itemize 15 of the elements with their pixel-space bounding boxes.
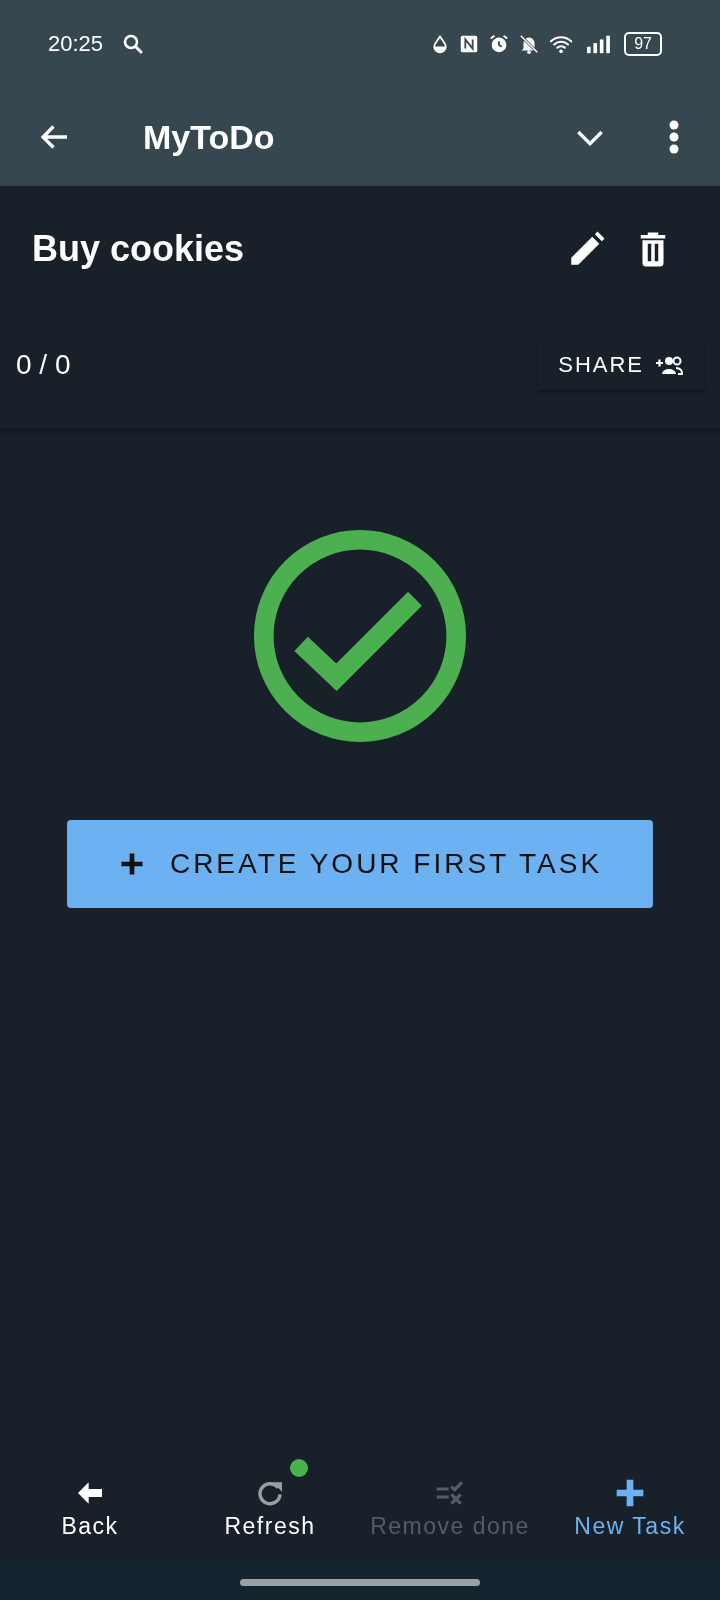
nav-button[interactable]: Back: [0, 1452, 180, 1546]
signal-icon: [584, 33, 613, 55]
task-counter: 0 / 0: [16, 349, 71, 381]
check-circle-icon: [252, 528, 468, 744]
home-indicator[interactable]: [240, 1578, 480, 1586]
list-title: Buy cookies: [32, 228, 245, 270]
nav-button[interactable]: Refresh: [180, 1452, 360, 1546]
create-task-button[interactable]: CREATE YOUR FIRST TASK: [67, 820, 653, 908]
share-button[interactable]: SHARE: [538, 340, 704, 390]
muted-bell-icon: [518, 33, 541, 55]
battery-indicator: 97: [624, 32, 662, 56]
app-title: MyToDo: [143, 117, 275, 157]
clock: 20:25: [48, 31, 104, 57]
nav-button[interactable]: New Task: [540, 1452, 720, 1546]
more-options-icon[interactable]: [668, 119, 680, 155]
